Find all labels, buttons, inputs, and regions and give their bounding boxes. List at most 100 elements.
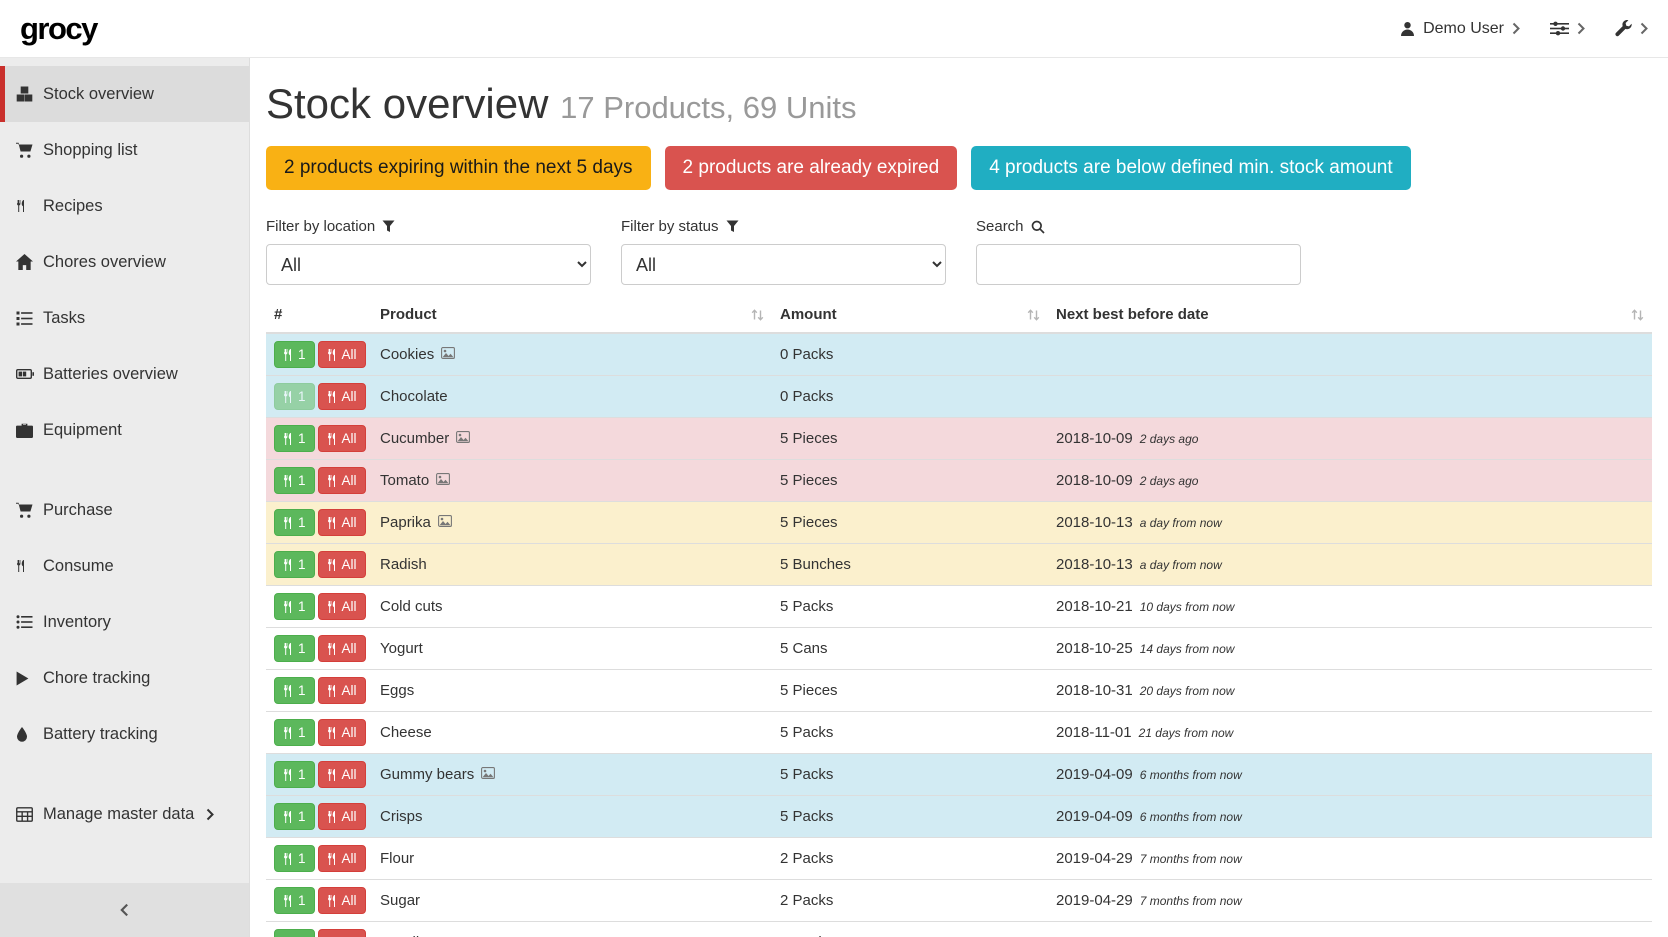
consume-all-button[interactable]: All <box>318 593 366 620</box>
best-before-date: 2019-04-29 <box>1056 850 1133 867</box>
boxes-icon <box>16 86 43 102</box>
product-name[interactable]: Gummy bears <box>380 766 474 783</box>
product-name[interactable]: Cookies <box>380 346 434 363</box>
consume-one-button[interactable]: 1 <box>274 635 315 662</box>
consume-all-button[interactable]: All <box>318 803 366 830</box>
alert-button-expiring-soon[interactable]: 2 products expiring within the next 5 da… <box>266 146 651 190</box>
consume-one-button[interactable]: 1 <box>274 845 315 872</box>
alert-button-below-min-stock[interactable]: 4 products are below defined min. stock … <box>971 146 1410 190</box>
status-filter: Filter by status All <box>621 218 946 285</box>
col-header-product[interactable]: Product <box>372 297 772 333</box>
consume-all-button[interactable]: All <box>318 509 366 536</box>
stock-row: 1AllYogurt5 Cans2018-10-2514 days from n… <box>266 628 1652 670</box>
product-cell: Cheese <box>372 712 772 754</box>
consume-one-button[interactable]: 1 <box>274 509 315 536</box>
sidebar-item-label: Chore tracking <box>43 669 150 688</box>
tasks-icon <box>16 311 43 326</box>
product-name[interactable]: Tomato <box>380 472 429 489</box>
sidebar-item-purchase[interactable]: Purchase <box>0 482 249 538</box>
consume-one-button[interactable]: 1 <box>274 719 315 746</box>
product-name[interactable]: Flour <box>380 850 414 867</box>
col-header-date-text: Next best before date <box>1056 306 1209 323</box>
consume-one-label: 1 <box>298 809 306 824</box>
location-filter-select[interactable]: All <box>266 244 591 285</box>
sidebar-item-shopping-list[interactable]: Shopping list <box>0 122 249 178</box>
sidebar-item-inventory[interactable]: Inventory <box>0 594 249 650</box>
consume-all-button[interactable]: All <box>318 467 366 494</box>
sidebar-item-consume[interactable]: Consume <box>0 538 249 594</box>
product-name[interactable]: Chocolate <box>380 388 448 405</box>
best-before-relative: 20 days from now <box>1140 684 1235 698</box>
row-actions-cell: 1 All <box>266 796 372 838</box>
best-before-relative: a day from now <box>1140 516 1222 530</box>
consume-all-button[interactable]: All <box>318 845 366 872</box>
product-name[interactable]: Cheese <box>380 724 432 741</box>
sidebar-item-battery-tracking[interactable]: Battery tracking <box>0 706 249 762</box>
utensils-icon <box>16 560 43 572</box>
consume-one-button[interactable]: 1 <box>274 551 315 578</box>
sidebar-item-manage-master-data[interactable]: Manage master data <box>0 786 249 842</box>
sidebar-item-chore-tracking[interactable]: Chore tracking <box>0 650 249 706</box>
col-header-amount-text: Amount <box>780 306 837 323</box>
product-name[interactable]: Crisps <box>380 808 423 825</box>
consume-all-button[interactable]: All <box>318 551 366 578</box>
admin-menu[interactable] <box>1615 20 1648 37</box>
product-cell: Paprika <box>372 502 772 544</box>
sidebar-item-equipment[interactable]: Equipment <box>0 402 249 458</box>
sidebar-item-recipes[interactable]: Recipes <box>0 178 249 234</box>
settings-menu[interactable] <box>1550 21 1585 36</box>
consume-one-button[interactable]: 1 <box>274 383 315 410</box>
product-name[interactable]: Sugar <box>380 892 420 909</box>
stock-row: 1AllCookies0 Packs <box>266 333 1652 376</box>
consume-one-button[interactable]: 1 <box>274 887 315 914</box>
user-menu[interactable]: Demo User <box>1400 20 1520 38</box>
col-header-date[interactable]: Next best before date <box>1048 297 1652 333</box>
best-before-date: 2018-10-09 <box>1056 430 1133 447</box>
image-icon <box>436 473 450 485</box>
product-cell: Cold cuts <box>372 586 772 628</box>
utensils-icon <box>283 559 293 571</box>
chevron-right-icon <box>1577 22 1585 35</box>
product-name[interactable]: Radish <box>380 556 427 573</box>
best-before-relative: 6 months from now <box>1140 810 1242 824</box>
alert-button-expired[interactable]: 2 products are already expired <box>665 146 958 190</box>
consume-one-button[interactable]: 1 <box>274 341 315 368</box>
stock-row: 1AllCheese5 Packs2018-11-0121 days from … <box>266 712 1652 754</box>
consume-one-button[interactable]: 1 <box>274 803 315 830</box>
consume-one-button[interactable]: 1 <box>274 677 315 704</box>
consume-one-button[interactable]: 1 <box>274 593 315 620</box>
consume-all-button[interactable]: All <box>318 635 366 662</box>
col-header-amount[interactable]: Amount <box>772 297 1048 333</box>
consume-all-label: All <box>342 599 357 614</box>
consume-one-button[interactable]: 1 <box>274 929 315 937</box>
status-filter-select[interactable]: All <box>621 244 946 285</box>
consume-all-button[interactable]: All <box>318 677 366 704</box>
stock-row: 1AllCrisps5 Packs2019-04-096 months from… <box>266 796 1652 838</box>
consume-one-button[interactable]: 1 <box>274 425 315 452</box>
search-input[interactable] <box>976 244 1301 285</box>
sidebar-item-stock-overview[interactable]: Stock overview <box>0 66 249 122</box>
consume-all-button[interactable]: All <box>318 383 366 410</box>
product-name[interactable]: Paprika <box>380 514 431 531</box>
consume-all-button[interactable]: All <box>318 341 366 368</box>
home-icon <box>16 254 43 270</box>
consume-all-button[interactable]: All <box>318 929 366 937</box>
sidebar-item-batteries-overview[interactable]: Batteries overview <box>0 346 249 402</box>
sidebar-item-chores-overview[interactable]: Chores overview <box>0 234 249 290</box>
sidebar-item-tasks[interactable]: Tasks <box>0 290 249 346</box>
best-before-relative: 6 months from now <box>1140 768 1242 782</box>
product-name[interactable]: Cold cuts <box>380 598 443 615</box>
consume-one-button[interactable]: 1 <box>274 467 315 494</box>
consume-all-button[interactable]: All <box>318 761 366 788</box>
sidebar-item-label: Inventory <box>43 613 111 632</box>
consume-all-button[interactable]: All <box>318 887 366 914</box>
product-name[interactable]: Eggs <box>380 682 414 699</box>
date-cell: 2018-10-3120 days from now <box>1048 670 1652 712</box>
consume-one-button[interactable]: 1 <box>274 761 315 788</box>
consume-all-button[interactable]: All <box>318 719 366 746</box>
sidebar-collapse-button[interactable] <box>0 883 249 937</box>
product-name[interactable]: Cucumber <box>380 430 449 447</box>
consume-all-button[interactable]: All <box>318 425 366 452</box>
sidebar-nav: Stock overviewShopping listRecipesChores… <box>0 58 249 842</box>
product-name[interactable]: Yogurt <box>380 640 423 657</box>
